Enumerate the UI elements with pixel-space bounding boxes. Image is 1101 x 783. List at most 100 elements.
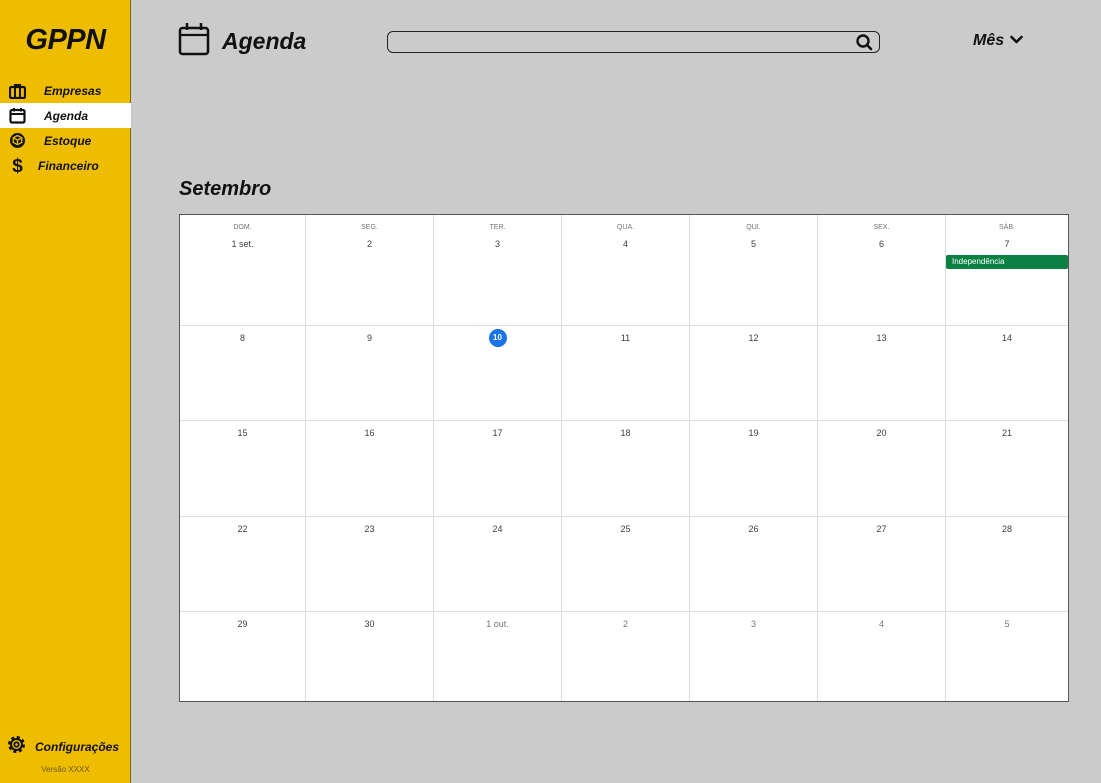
day-number: 14 [1001, 333, 1012, 343]
gear-icon [6, 734, 27, 760]
calendar-day[interactable]: SEX. 6 [818, 215, 946, 325]
calendar-day[interactable]: 9 [306, 326, 434, 420]
calendar-week: 22 23 24 25 26 27 28 [180, 517, 1068, 612]
month-calendar: DOM. 1 set. SEG. 2 TER. 3 QUA. 4 QUI. 5 SEX. 6… [179, 214, 1069, 702]
calendar-day[interactable]: 8 [180, 326, 306, 420]
day-number: 23 [364, 524, 375, 534]
calendar-day[interactable]: TER. 3 [434, 215, 562, 325]
day-number: 13 [876, 333, 887, 343]
calendar-day[interactable]: 21 [946, 421, 1068, 516]
day-number: 25 [620, 524, 631, 534]
sidebar: GPPN Empresas Agenda Estoque $ Financeir… [0, 0, 131, 783]
calendar-icon [8, 106, 27, 125]
calendar-week: 8 9 10 11 12 13 14 [180, 326, 1068, 421]
calendar-day[interactable]: 13 [818, 326, 946, 420]
chevron-down-icon [1010, 32, 1023, 50]
page-title: Agenda [222, 28, 307, 54]
search-icon[interactable] [855, 33, 873, 51]
calendar-day[interactable]: 5 [946, 612, 1068, 701]
today-day-number: 10 [434, 329, 561, 347]
calendar-icon [178, 22, 210, 61]
today-marker: 10 [488, 329, 507, 347]
sidebar-item-agenda[interactable]: Agenda [0, 103, 131, 128]
search-input[interactable] [396, 34, 846, 50]
day-number: 11 [620, 333, 631, 343]
calendar-day[interactable]: SÁB. 7 Independência [946, 215, 1068, 325]
calendar-day[interactable]: 28 [946, 517, 1068, 611]
calendar-day[interactable]: QUI. 5 [690, 215, 818, 325]
version-label: Versão XXXX [41, 765, 90, 774]
day-number: 22 [237, 524, 248, 534]
weekday-label: SEX. [873, 224, 890, 231]
sidebar-item-estoque[interactable]: Estoque [0, 128, 131, 153]
calendar-day[interactable]: 22 [180, 517, 306, 611]
settings-button[interactable]: Configurações [6, 734, 119, 760]
calendar-day[interactable]: 1 out. [434, 612, 562, 701]
calendar-day[interactable]: 19 [690, 421, 818, 516]
day-number: 2 [366, 239, 372, 249]
box-icon [8, 131, 27, 150]
sidebar-nav: Empresas Agenda Estoque $ Financeiro [0, 78, 131, 178]
weekday-label: QUI. [746, 224, 761, 231]
day-number: 21 [1001, 428, 1012, 438]
search-bar [387, 31, 880, 53]
calendar-day[interactable]: DOM. 1 set. [180, 215, 306, 325]
calendar-day[interactable]: 14 [946, 326, 1068, 420]
svg-text:$: $ [12, 156, 23, 175]
calendar-day[interactable]: 26 [690, 517, 818, 611]
day-number: 24 [492, 524, 503, 534]
day-number: 1 set. [231, 239, 254, 249]
view-selector[interactable]: Mês [973, 32, 1023, 50]
day-number: 5 [750, 239, 756, 249]
day-number: 2 [622, 619, 628, 629]
calendar-day[interactable]: 27 [818, 517, 946, 611]
settings-label: Configurações [35, 740, 120, 754]
weekday-label: DOM. [233, 224, 252, 231]
calendar-day[interactable]: 23 [306, 517, 434, 611]
day-number: 3 [494, 239, 500, 249]
calendar-week: 29 30 1 out. 2 3 4 5 [180, 612, 1068, 701]
calendar-day[interactable]: 24 [434, 517, 562, 611]
calendar-day[interactable]: SEG. 2 [306, 215, 434, 325]
day-number: 26 [748, 524, 759, 534]
weekday-label: SÁB. [999, 224, 1015, 231]
day-number: 20 [876, 428, 887, 438]
month-title: Setembro [179, 178, 272, 200]
day-number: 28 [1001, 524, 1012, 534]
calendar-day[interactable]: 12 [690, 326, 818, 420]
day-number: 4 [622, 239, 628, 249]
weekday-label: SEG. [361, 224, 378, 231]
calendar-day[interactable]: 20 [818, 421, 946, 516]
calendar-day[interactable]: 10 [434, 326, 562, 420]
calendar-day[interactable]: QUA. 4 [562, 215, 690, 325]
day-number: 4 [878, 619, 884, 629]
day-number: 12 [748, 333, 759, 343]
day-number: 1 out. [486, 619, 509, 629]
day-number: 17 [492, 428, 503, 438]
weekday-label: TER. [489, 224, 506, 231]
calendar-day[interactable]: 11 [562, 326, 690, 420]
app-logo: GPPN [25, 24, 106, 56]
calendar-week: DOM. 1 set. SEG. 2 TER. 3 QUA. 4 QUI. 5 SEX. 6… [180, 215, 1068, 326]
calendar-day[interactable]: 29 [180, 612, 306, 701]
calendar-day[interactable]: 16 [306, 421, 434, 516]
day-number: 7 [1004, 239, 1010, 249]
calendar-day[interactable]: 3 [690, 612, 818, 701]
briefcase-icon [8, 81, 27, 100]
calendar-event[interactable]: Independência [946, 255, 1068, 269]
day-number: 15 [237, 428, 248, 438]
calendar-day[interactable]: 17 [434, 421, 562, 516]
sidebar-item-label: Empresas [44, 83, 102, 98]
day-number: 9 [366, 333, 372, 343]
day-number: 19 [748, 428, 759, 438]
calendar-day[interactable]: 2 [562, 612, 690, 701]
calendar-day[interactable]: 4 [818, 612, 946, 701]
calendar-day[interactable]: 25 [562, 517, 690, 611]
day-number: 3 [750, 619, 756, 629]
calendar-day[interactable]: 30 [306, 612, 434, 701]
sidebar-item-empresas[interactable]: Empresas [0, 78, 131, 103]
day-number: 27 [876, 524, 887, 534]
calendar-day[interactable]: 18 [562, 421, 690, 516]
calendar-day[interactable]: 15 [180, 421, 306, 516]
sidebar-item-financeiro[interactable]: $ Financeiro [0, 153, 131, 178]
